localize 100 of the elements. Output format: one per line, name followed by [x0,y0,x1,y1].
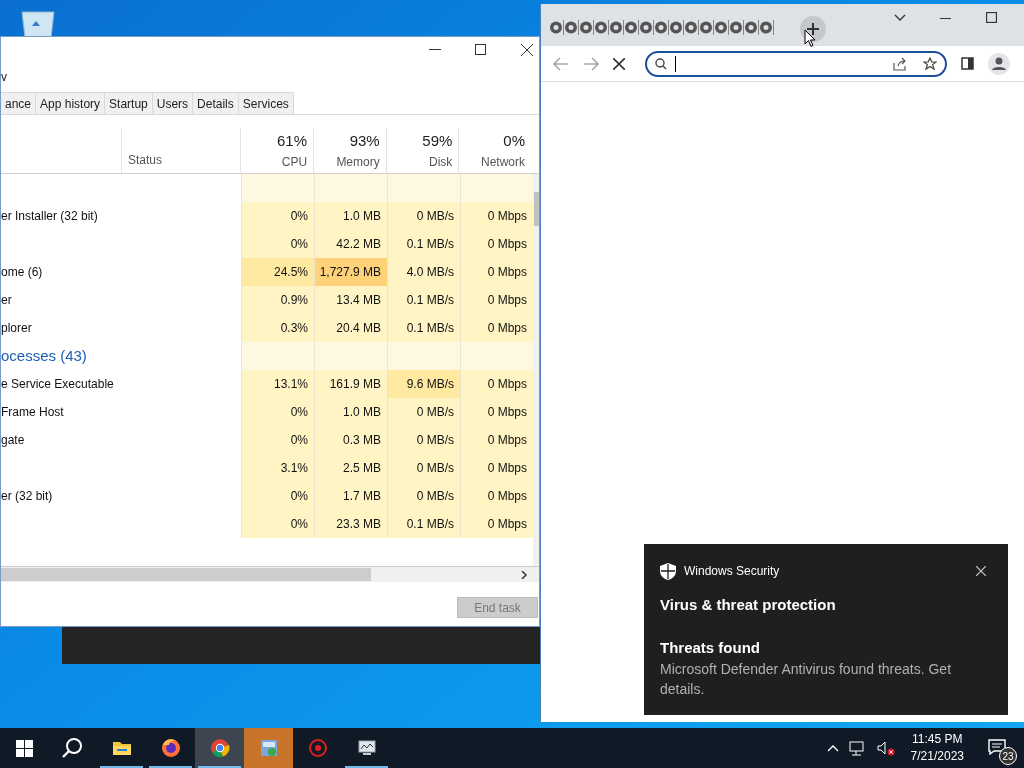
table-cell: 0% [241,426,314,454]
browser-tab-icon[interactable] [594,20,609,35]
stop-icon[interactable] [613,57,625,70]
table-cell: 1.0 MB [314,398,387,426]
table-cell: 0 Mbps [460,314,533,342]
process-name: er (32 bit) [1,488,53,505]
table-cell: 4.0 MB/s [387,258,460,286]
profile-icon[interactable] [988,52,1010,75]
column-header[interactable]: CPU [281,152,308,171]
notification-toast[interactable]: Windows Security Virus & threat protection Threats found Microsoft Defender Antivirus found threats. Get details. [644,544,1008,715]
table-cell: 24.5% [241,258,314,286]
address-bar[interactable] [645,50,947,77]
process-name: ome (6) [1,264,43,281]
minimize-icon[interactable] [940,18,951,20]
table-cell: 13.1% [241,370,314,398]
table-cell: 0 Mbps [460,426,533,454]
browser-tab-icon[interactable] [669,20,684,35]
table-cell: 0 MB/s [387,482,460,510]
table-cell: 0 MB/s [387,202,460,230]
ring-icon [306,737,329,759]
browser-tab-icon[interactable] [564,20,579,35]
toast-title: Virus & threat protection [660,595,837,615]
browser-tab-icon[interactable] [579,20,594,35]
browser-tab-icon[interactable] [699,20,714,35]
notification-center-button[interactable]: 23 [980,728,1020,768]
maximize-icon[interactable] [986,12,997,23]
browser-tab-icon[interactable] [714,20,729,35]
share-icon[interactable] [892,56,907,71]
table-cell: 0 Mbps [460,482,533,510]
table-cell: 0 MB/s [387,398,460,426]
tab-search-icon[interactable] [894,14,906,22]
tab[interactable]: Services [238,92,294,114]
column-header[interactable]: Memory [336,152,380,171]
table-cell: 0 Mbps [460,370,533,398]
menu-item[interactable]: v [1,68,7,86]
search-icon[interactable] [61,737,83,759]
browser-tab-icon[interactable] [639,20,654,35]
tab[interactable]: Startup [105,92,153,114]
process-name: er [1,292,12,309]
table-cell: 1,727.9 MB [314,258,387,286]
clock-date[interactable]: 7/21/2023 [910,748,964,765]
clock-time[interactable]: 11:45 PM [912,731,963,748]
browser-tab-icon[interactable] [624,20,639,35]
column-header[interactable]: Network [481,152,526,171]
process-name: er Installer (32 bit) [1,208,98,225]
chevron-up-icon[interactable] [826,744,839,752]
browser-tab-icon[interactable] [744,20,759,35]
cursor-icon [804,29,816,48]
table-cell: 0% [241,398,314,426]
table-cell: 0 Mbps [460,202,533,230]
recycle-bin-icon[interactable] [18,8,58,38]
table-cell: 1.7 MB [314,482,387,510]
browser-tab-icon[interactable] [759,20,774,35]
browser-tab-icon[interactable] [609,20,624,35]
star-icon[interactable] [923,56,937,71]
table-cell: 0.1 MB/s [387,286,460,314]
table-cell: 0 Mbps [460,230,533,258]
table-cell: 0% [241,510,314,538]
chrome-icon [208,737,231,759]
table-cell: 0 Mbps [460,286,533,314]
tab[interactable]: Users [152,92,194,114]
column-percent: 93% [349,131,380,151]
tab[interactable]: ance [1,92,37,114]
table-cell: 0 Mbps [460,398,533,426]
table-cell: 0.1 MB/s [387,510,460,538]
plus-icon [807,23,819,35]
group-header[interactable]: ocesses (43) [1,344,87,368]
tab[interactable]: App history [36,92,106,114]
table-cell: 0% [241,202,314,230]
toast-message: Microsoft Defender Antivirus found threats. Get details. [660,660,953,699]
table-cell: 0.3 MB [314,426,387,454]
horizontal-scrollbar[interactable] [1,566,539,582]
browser-tab-icon[interactable] [729,20,744,35]
browser-tab-icon[interactable] [549,20,564,35]
browser-tab-icon[interactable] [684,20,699,35]
search-icon [655,57,667,70]
table-cell: 0.3% [241,314,314,342]
table-cell: 0 Mbps [460,510,533,538]
table-cell: 42.2 MB [314,230,387,258]
column-header[interactable]: Disk [429,152,453,171]
vertical-scrollbar[interactable] [533,174,539,566]
column-header[interactable]: Status [128,151,163,169]
minimize-icon[interactable] [429,49,441,51]
table-cell: 0 Mbps [460,258,533,286]
maximize-icon[interactable] [475,44,486,55]
network-icon[interactable] [848,740,867,756]
process-name: plorer [1,320,32,337]
shield-icon [660,562,676,580]
process-name: e Service Executable [1,376,114,393]
muted-speaker-icon[interactable] [876,740,895,756]
browser-tab-icon[interactable] [654,20,669,35]
side-panel-icon[interactable] [961,57,974,70]
tab[interactable]: Details [193,92,239,114]
process-name: Frame Host [1,404,64,421]
scroll-right-icon[interactable] [521,571,527,579]
close-icon[interactable] [521,44,533,56]
start-icon[interactable] [16,739,33,757]
table-cell: 20.4 MB [314,314,387,342]
table-cell: 0 Mbps [460,454,533,482]
table-cell: 23.3 MB [314,510,387,538]
